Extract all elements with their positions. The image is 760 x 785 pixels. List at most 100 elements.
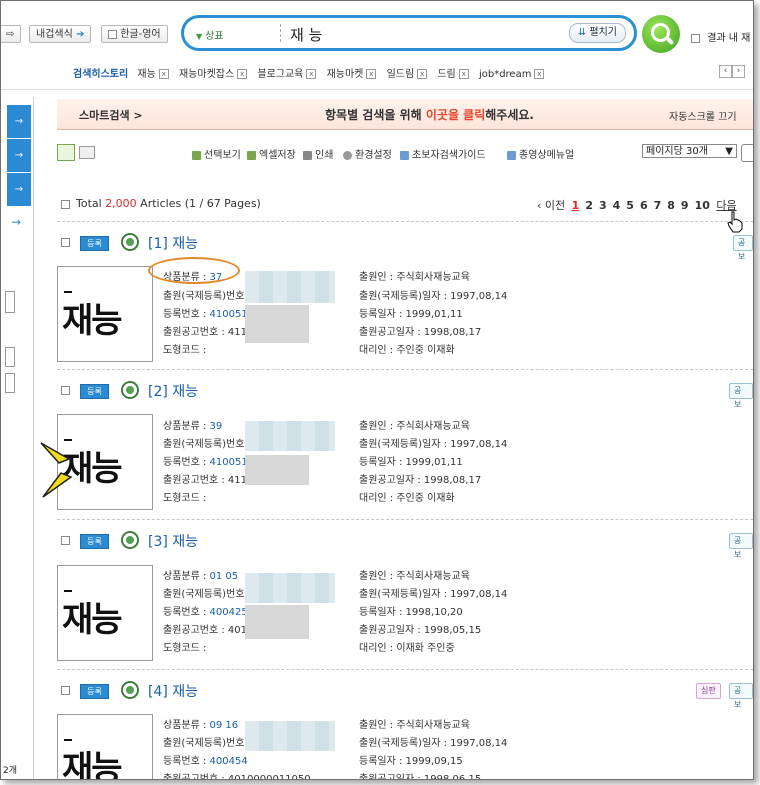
lang-checkbox[interactable] <box>108 29 117 39</box>
page-link[interactable]: 10 <box>695 199 710 212</box>
list-view-icon[interactable] <box>57 144 75 161</box>
page-link[interactable]: 4 <box>613 199 621 212</box>
design-code-field: 도형코드 : <box>163 493 207 504</box>
record-checkbox[interactable] <box>61 386 70 395</box>
reg-no-field: 등록번호 : 400425 <box>163 607 248 618</box>
search-category-select[interactable]: ▼ 상표 <box>196 27 224 42</box>
record-title[interactable]: [2] 재능 <box>148 381 198 401</box>
history-item[interactable]: 재능마켓 <box>327 69 364 80</box>
design-code-field: 도형코드 : <box>163 643 207 654</box>
page-link[interactable]: 1 <box>572 199 580 212</box>
prev-page-link[interactable]: ‹ 이전 <box>537 199 565 212</box>
result-summary: Total 2,000 Articles (1 / 67 Pages) <box>61 197 261 210</box>
select-view-button[interactable]: 선택보기 <box>192 146 241 161</box>
sidebar-item-3[interactable]: → <box>7 173 31 206</box>
grid-view-icon[interactable] <box>79 146 95 159</box>
print-button[interactable]: 인쇄 <box>303 146 333 161</box>
search-category-label: 상표 <box>205 31 224 42</box>
close-icon[interactable]: x <box>366 69 377 79</box>
arrow-annotation-icon <box>40 442 73 498</box>
history-item[interactable]: 일드림 <box>387 69 415 80</box>
chevron-right-icon[interactable]: › <box>732 65 745 78</box>
smart-search-link[interactable]: 이곳을 클릭 <box>426 108 485 122</box>
history-nav: ‹ › <box>719 65 745 78</box>
search-go-button[interactable] <box>642 15 680 53</box>
record-title[interactable]: [1] 재능 <box>148 233 198 253</box>
reg-no-field: 등록번호 : 410051 <box>163 309 248 320</box>
applicant-field: 출원인 : 주식회사재능교육 <box>359 272 470 283</box>
history-item[interactable]: 블로그교육 <box>257 69 303 80</box>
page-link[interactable]: 9 <box>681 199 689 212</box>
guide-icon <box>400 150 409 160</box>
smart-search-banner[interactable]: 스마트검색 > 항목별 검색을 위해 이곳을 클릭해주세요. 자동스크롤 끄기 <box>57 99 753 130</box>
advanced-search-button[interactable]: 내겁색식 ➔ <box>29 25 92 43</box>
page-link[interactable]: 3 <box>599 199 607 212</box>
trademark-image[interactable]: 재능 <box>57 266 153 362</box>
sidebar-item-1[interactable]: → <box>7 105 31 138</box>
sidebar-field[interactable] <box>5 347 15 367</box>
trial-button[interactable]: 심판 <box>696 683 721 699</box>
in-result-checkbox[interactable] <box>691 33 700 43</box>
in-result-label: 결과 내 재 <box>707 33 751 44</box>
sidebar-arrow-icon[interactable]: → <box>11 215 21 229</box>
close-icon[interactable]: x <box>417 69 428 79</box>
pub-date-field: 출원공고일자 : 1998,08,17 <box>359 475 482 486</box>
pub-date-field: 출원공고일자 : 1998,05,15 <box>359 625 482 636</box>
guide-button[interactable]: 초보자검색가이드 <box>400 146 486 161</box>
auto-scroll-toggle[interactable]: 자동스크롤 끄기 <box>669 108 737 123</box>
close-icon[interactable]: x <box>534 69 545 79</box>
page-link[interactable]: 6 <box>640 199 648 212</box>
gazette-button[interactable]: 공보 <box>733 235 753 261</box>
close-icon[interactable]: x <box>458 69 469 79</box>
highlight-annotation <box>148 257 240 284</box>
history-item[interactable]: 재능마켓잡스 <box>179 69 234 80</box>
record-checkbox[interactable] <box>61 686 70 695</box>
close-icon[interactable]: x <box>237 69 248 79</box>
excel-save-button[interactable]: 엑셀저장 <box>247 146 296 161</box>
close-icon[interactable]: x <box>158 69 169 79</box>
manual-button[interactable]: 종영상메뉴얼 <box>507 146 574 161</box>
reg-date-field: 등록일자 : 1999,01,11 <box>359 457 463 468</box>
chevron-left-icon[interactable]: ‹ <box>719 65 732 78</box>
page-link[interactable]: 7 <box>654 199 662 212</box>
smart-search-title[interactable]: 스마트검색 > <box>79 107 143 123</box>
search-input[interactable] <box>288 22 542 46</box>
page-link[interactable]: 5 <box>626 199 634 212</box>
expand-label: 펼치기 <box>589 27 617 38</box>
select-all-checkbox[interactable] <box>61 199 70 209</box>
record-checkbox[interactable] <box>61 238 70 247</box>
gazette-button[interactable]: 공보 <box>729 383 753 409</box>
advanced-search-label: 내겁색식 <box>36 29 73 40</box>
history-item[interactable]: 재능 <box>137 69 155 80</box>
expand-button[interactable]: ⇊ 펼치기 <box>568 23 626 43</box>
history-item[interactable]: job*dream <box>479 69 532 80</box>
record-title[interactable]: [3] 재능 <box>148 531 198 551</box>
expand-icon: ⇊ <box>577 27 587 38</box>
gazette-button[interactable]: 공보 <box>729 533 753 559</box>
sidebar-field[interactable] <box>5 291 15 313</box>
record-title[interactable]: [4] 재능 <box>148 681 198 701</box>
per-page-select[interactable]: 페이지당 30개 ▼ <box>642 144 737 158</box>
history-item[interactable]: 드림 <box>437 69 455 80</box>
divider <box>57 221 753 222</box>
page-link[interactable]: 2 <box>585 199 593 212</box>
gazette-button[interactable]: 공보 <box>729 683 753 709</box>
trademark-image[interactable]: 재능 <box>57 714 153 779</box>
app-no-field: 출원(국제등록)번호 <box>163 291 245 302</box>
app-date-field: 출원(국제등록)일자 : 1997,08,14 <box>359 738 508 749</box>
agent-field: 대리인 : 주인중 이재화 <box>359 493 455 504</box>
sidebar-field[interactable] <box>5 373 15 393</box>
in-result-option[interactable]: 결과 내 재 <box>691 29 750 44</box>
record-checkbox[interactable] <box>61 536 70 545</box>
settings-button[interactable]: 환경설정 <box>343 146 392 161</box>
close-icon[interactable]: x <box>306 69 317 79</box>
extra-toolbar-button[interactable] <box>741 144 753 162</box>
lang-toggle[interactable]: 한글-영어 <box>101 25 168 43</box>
sidebar-item-2[interactable]: → <box>7 139 31 172</box>
search-box: ▼상표 ⇊ 펼치기 <box>181 15 637 51</box>
back-arrow-button[interactable]: ⇨ <box>1 25 22 43</box>
page-link[interactable]: 8 <box>667 199 675 212</box>
redacted-area <box>245 721 335 751</box>
trademark-image[interactable]: 재능 <box>57 565 153 661</box>
class-field: 상품분류 : 09 16 <box>163 720 239 731</box>
